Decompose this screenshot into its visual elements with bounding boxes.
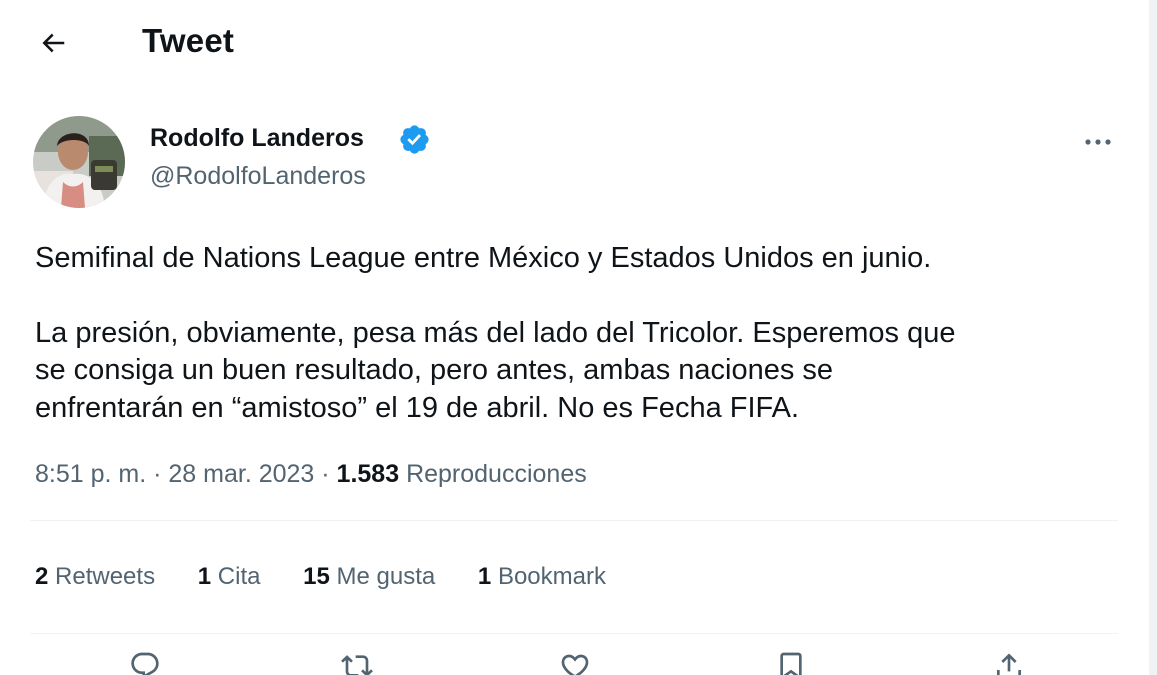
arrow-left-icon <box>42 33 65 53</box>
retweets-stat[interactable]: 2 Retweets <box>35 563 155 591</box>
divider <box>30 520 1118 521</box>
tweet-date[interactable]: 28 mar. 2023 <box>168 460 314 488</box>
views-count: 1.583 <box>336 460 400 488</box>
verified-badge-icon <box>400 125 429 154</box>
bookmark-button[interactable] <box>766 650 816 675</box>
quotes-label: Cita <box>217 563 261 590</box>
like-icon <box>561 654 589 675</box>
author-display-name[interactable]: Rodolfo Landeros <box>150 124 364 153</box>
retweets-count: 2 <box>35 563 49 590</box>
bookmarks-count: 1 <box>477 563 492 590</box>
views-label: Reproducciones <box>406 460 587 488</box>
tweet-paragraph: Semifinal de Nations League entre México… <box>35 242 932 274</box>
quotes-count: 1 <box>197 563 212 590</box>
avatar[interactable] <box>33 116 125 208</box>
author-handle[interactable]: @RodolfoLanderos <box>150 162 366 191</box>
like-button[interactable] <box>550 650 600 675</box>
bookmarks-stat[interactable]: 1 Bookmark <box>478 563 606 591</box>
tweet-text: Semifinal de Nations League entre México… <box>35 240 1135 427</box>
reply-button[interactable] <box>120 650 170 675</box>
page-title: Tweet <box>142 22 235 59</box>
tweet-author: Rodolfo Landeros @RodolfoLanderos <box>0 110 1149 210</box>
likes-label: Me gusta <box>336 563 436 590</box>
avatar-photo <box>33 116 125 208</box>
share-icon <box>997 653 1021 675</box>
share-button[interactable] <box>984 650 1034 675</box>
meta-separator: · <box>314 460 337 488</box>
reply-icon <box>131 652 159 675</box>
quotes-stat[interactable]: 1 Cita <box>198 563 261 591</box>
tweet-meta: 8:51 p. m. · 28 mar. 2023 · 1.583 Reprod… <box>35 460 587 489</box>
divider <box>30 633 1118 634</box>
tweet-header: Tweet <box>0 0 1149 86</box>
retweet-icon <box>341 655 373 675</box>
tweet-time[interactable]: 8:51 p. m. <box>35 460 146 488</box>
bookmark-icon <box>780 652 802 675</box>
likes-count: 15 <box>303 563 330 590</box>
tweet-line: La presión, obviamente, pesa más del lad… <box>35 316 956 349</box>
tweet-actions <box>0 650 1149 675</box>
retweets-label: Retweets <box>55 563 156 590</box>
retweet-button[interactable] <box>332 650 382 675</box>
tweet-stats: 2 Retweets 1 Cita 15 Me gusta 1 Bookmark <box>35 563 642 591</box>
bookmarks-label: Bookmark <box>497 563 606 590</box>
more-dots-icon <box>1085 139 1111 145</box>
likes-stat[interactable]: 15 Me gusta <box>303 563 435 591</box>
meta-separator: · <box>146 460 169 488</box>
more-options-button[interactable] <box>1072 122 1124 162</box>
tweet-line: enfrentarán en “amistoso” el 19 de abril… <box>35 391 800 424</box>
tweet-line: se consiga un buen resultado, pero antes… <box>35 354 834 386</box>
back-button[interactable] <box>30 20 76 66</box>
scrollbar-track <box>1149 0 1157 675</box>
